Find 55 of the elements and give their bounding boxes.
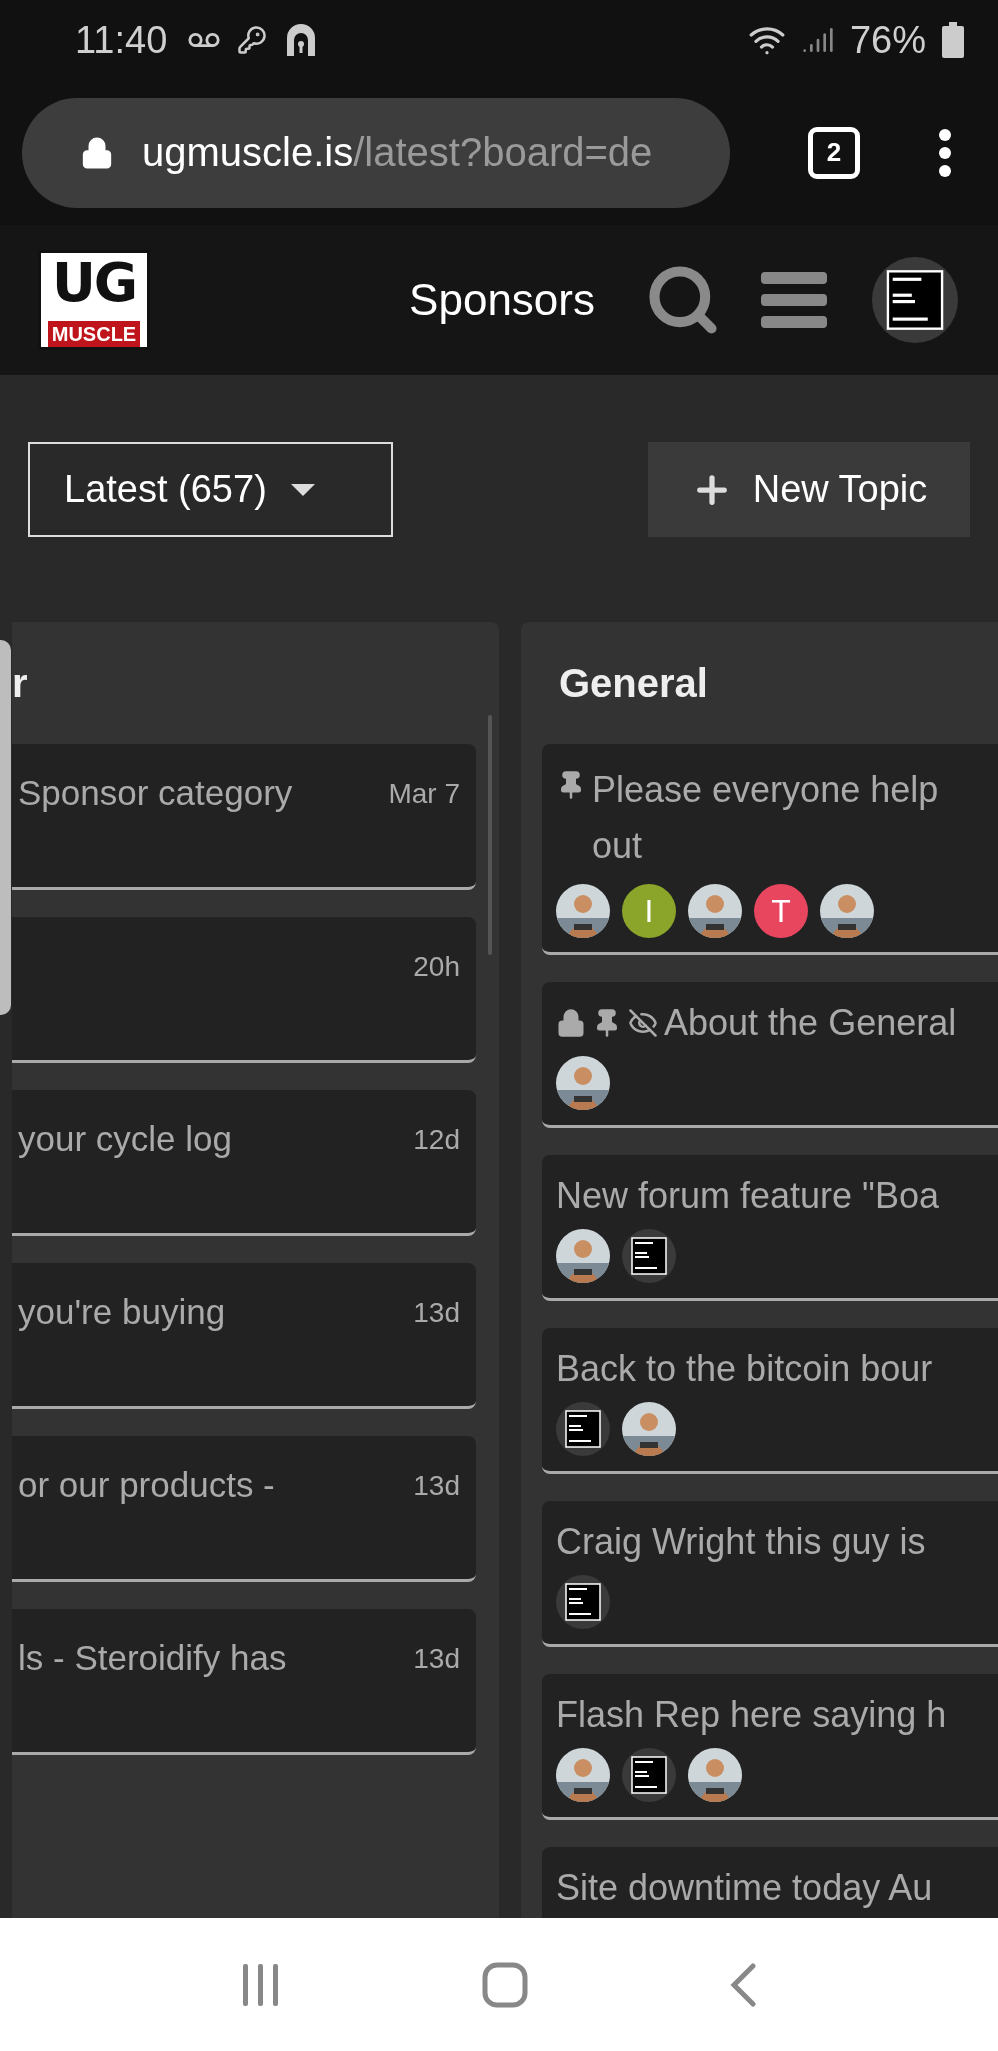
topic-title[interactable]: your cycle log xyxy=(18,1110,232,1168)
topic-card[interactable]: Flash Rep here saying h xyxy=(542,1674,998,1820)
topic-card[interactable]: New forum feature "Boa xyxy=(542,1155,998,1301)
key-icon xyxy=(237,25,268,55)
topic-card[interactable]: 20h xyxy=(12,917,476,1063)
address-bar[interactable]: ugmuscle.is/latest?board=de xyxy=(22,97,730,208)
recent-apps-icon[interactable] xyxy=(240,1963,281,2006)
topic-title[interactable]: or our products - xyxy=(18,1456,275,1514)
topic-card[interactable]: Please everyone help out I T xyxy=(542,744,998,955)
topic-title[interactable]: Sponsor category xyxy=(18,764,293,822)
topic-time: Mar 7 xyxy=(388,778,460,810)
topic-time: 20h xyxy=(413,951,460,983)
scroll-handle[interactable] xyxy=(0,640,11,1015)
topic-time: 13d xyxy=(413,1297,460,1329)
topic-time: 12d xyxy=(413,1124,460,1156)
clock: 11:40 xyxy=(75,18,168,62)
column-title: General xyxy=(558,659,708,707)
new-topic-button[interactable]: New Topic xyxy=(648,442,970,537)
topic-time: 13d xyxy=(413,1470,460,1502)
topic-title[interactable]: Back to the bitcoin bour xyxy=(556,1346,933,1392)
topic-card[interactable]: About the General xyxy=(542,982,998,1128)
lock-icon xyxy=(556,1008,586,1038)
topic-card[interactable]: Sponsor category Mar 7 xyxy=(12,744,476,890)
home-icon[interactable] xyxy=(482,1961,528,2008)
caret-icon xyxy=(290,483,315,496)
eye-off-icon xyxy=(628,1008,658,1038)
topic-time: 13d xyxy=(413,1643,460,1675)
back-icon[interactable] xyxy=(729,1962,758,2007)
topic-title[interactable]: you're buying xyxy=(18,1283,226,1341)
topic-card[interactable]: Craig Wright this guy is xyxy=(542,1501,998,1647)
site-logo[interactable]: UG MUSCLE xyxy=(38,250,150,350)
topic-title[interactable]: About the General xyxy=(664,1000,957,1046)
topic-card[interactable]: Site downtime today Au xyxy=(542,1847,998,1918)
battery-level: 76% xyxy=(849,18,926,62)
topic-title[interactable]: New forum feature "Boa xyxy=(556,1173,939,1219)
column-title: r xyxy=(12,659,28,707)
topic-title[interactable]: Craig Wright this guy is xyxy=(556,1519,926,1565)
user-avatar[interactable]: T xyxy=(754,884,808,938)
topic-card[interactable]: ls - Steroidify has 13d xyxy=(12,1609,476,1755)
topic-card[interactable]: your cycle log 12d xyxy=(12,1090,476,1236)
url-text: ugmuscle.is/latest?board=de xyxy=(142,130,653,175)
topic-title[interactable]: Please everyone help out xyxy=(592,762,998,874)
topic-card[interactable]: Back to the bitcoin bour xyxy=(542,1328,998,1474)
more-options-icon[interactable] xyxy=(938,127,952,178)
sponsors-link[interactable]: Sponsors xyxy=(409,275,595,325)
topic-title[interactable]: Site downtime today Au xyxy=(556,1865,933,1911)
topic-card[interactable]: or our products - 13d xyxy=(12,1436,476,1582)
tabs-button[interactable]: 2 xyxy=(808,126,860,179)
battery-icon xyxy=(942,22,964,58)
latest-dropdown[interactable]: Latest (657) xyxy=(28,442,393,537)
menu-icon[interactable] xyxy=(761,272,827,328)
topic-title[interactable]: Flash Rep here saying h xyxy=(556,1692,947,1738)
topic-title[interactable]: ls - Steroidify has xyxy=(18,1629,287,1687)
topic-card[interactable]: you're buying 13d xyxy=(12,1263,476,1409)
lock-icon xyxy=(80,135,114,170)
